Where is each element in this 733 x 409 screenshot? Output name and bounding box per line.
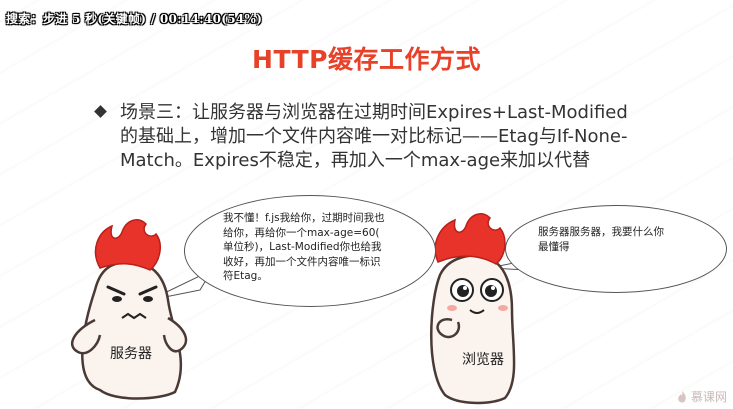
logo-text: 慕课网 xyxy=(690,390,727,404)
browser-label: 浏览器 xyxy=(462,352,504,368)
browser-speech-line-1: 服务器服务器，我要什么你 xyxy=(538,226,664,238)
logo: 慕课网 xyxy=(676,388,727,405)
bullet-line-3: Match。Expires不稳定，再加入一个max-age来加以代替 xyxy=(120,150,591,171)
slide: 搜索：步进 5 秒(关键帧) / 00:14:40(54%) HTTP缓存工作方… xyxy=(0,0,733,409)
browser-character xyxy=(430,213,516,405)
server-speech-line-5: 符Etag。 xyxy=(223,270,268,282)
bullet-line-1: 场景三：让服务器与浏览器在过期时间Expires+Last-Modified xyxy=(120,102,628,123)
bullet-point: 场景三：让服务器与浏览器在过期时间Expires+Last-Modified 的… xyxy=(94,101,694,173)
browser-speech-line-2: 最懂得 xyxy=(538,240,570,253)
diamond-bullet-icon xyxy=(94,105,107,118)
server-label: 服务器 xyxy=(110,346,152,362)
server-speech-line-3: 单位秒)，Last-Modified你也给我 xyxy=(223,241,382,253)
server-speech-bubble: 我不懂！f.js我给你，过期时间我也 给你，再给你一个max-age=60( 单… xyxy=(184,195,436,307)
server-speech-line-2: 给你，再给你一个max-age=60( xyxy=(223,226,380,239)
server-speech-line-1: 我不懂！f.js我给你，过期时间我也 xyxy=(223,212,385,224)
bullet-text: 场景三：让服务器与浏览器在过期时间Expires+Last-Modified 的… xyxy=(120,101,694,173)
slide-title: HTTP缓存工作方式 xyxy=(252,45,481,74)
server-character xyxy=(71,219,188,400)
browser-speech-bubble: 服务器服务器，我要什么你 最懂得 xyxy=(505,205,727,293)
bullet-line-2: 的基础上，增加一个文件内容唯一对比标记——Etag与If-None- xyxy=(120,126,628,147)
server-speech-line-4: 收好，再加一个文件内容唯一标识 xyxy=(223,255,381,268)
video-seek-overlay: 搜索：步进 5 秒(关键帧) / 00:14:40(54%) xyxy=(6,12,263,26)
flame-logo-icon xyxy=(678,390,686,402)
server-speech-text: 我不懂！f.js我给你，过期时间我也 给你，再给你一个max-age=60( 单… xyxy=(223,211,403,284)
browser-speech-text: 服务器服务器，我要什么你 最懂得 xyxy=(538,225,703,254)
